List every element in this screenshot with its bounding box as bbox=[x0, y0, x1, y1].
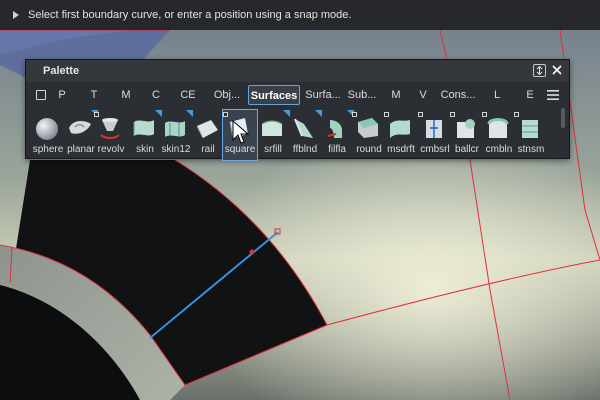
ballcr-icon bbox=[457, 119, 475, 138]
tab-v[interactable]: V bbox=[415, 85, 431, 105]
sphere-icon bbox=[36, 118, 58, 140]
palette-titlebar[interactable]: Palette bbox=[26, 60, 569, 82]
tab-construction[interactable]: Cons... bbox=[440, 85, 476, 105]
srfill-icon bbox=[261, 120, 283, 136]
mouse-cursor-icon bbox=[232, 120, 250, 144]
tool-stnsm[interactable]: stnsm bbox=[514, 110, 548, 160]
pin-icon[interactable] bbox=[533, 64, 546, 77]
planar-icon bbox=[69, 120, 91, 134]
stnsm-icon bbox=[522, 120, 538, 138]
tab-m[interactable]: M bbox=[118, 85, 134, 105]
round-icon bbox=[358, 118, 378, 138]
close-icon[interactable] bbox=[549, 62, 565, 78]
ffblnd-icon bbox=[294, 118, 313, 138]
tab-c[interactable]: C bbox=[148, 85, 164, 105]
palette-scrollbar[interactable] bbox=[561, 108, 565, 128]
tab-l[interactable]: L bbox=[489, 85, 505, 105]
msdrft-icon bbox=[390, 120, 410, 138]
palette-title: Palette bbox=[43, 65, 80, 77]
revolve-icon bbox=[100, 118, 120, 139]
tab-objects[interactable]: Obj... bbox=[212, 85, 242, 105]
tab-surfaces[interactable]: Surfaces bbox=[248, 85, 300, 105]
prompt-arrow-icon bbox=[13, 11, 19, 19]
tab-ce[interactable]: CE bbox=[177, 85, 199, 105]
tab-subdiv[interactable]: Sub... bbox=[347, 85, 377, 105]
tool-label: stnsm bbox=[517, 144, 545, 155]
skin12-icon bbox=[165, 121, 185, 137]
tab-p[interactable]: P bbox=[54, 85, 70, 105]
filfla-icon bbox=[327, 120, 342, 138]
prompt-text: Select first boundary curve, or enter a … bbox=[28, 9, 352, 21]
palette-window: Palette P T M C CE Obj... Surfaces Surfa… bbox=[25, 59, 570, 161]
tabs-checkbox[interactable] bbox=[36, 90, 46, 100]
tab-t[interactable]: T bbox=[86, 85, 102, 105]
tab-e[interactable]: E bbox=[522, 85, 538, 105]
cmbln-icon bbox=[487, 118, 509, 138]
prompt-line: Select first boundary curve, or enter a … bbox=[0, 0, 600, 30]
palette-tabs: P T M C CE Obj... Surfaces Surfa... Sub.… bbox=[26, 85, 569, 107]
rail-icon bbox=[196, 120, 218, 139]
hamburger-menu-icon[interactable] bbox=[547, 88, 559, 102]
tab-surface-edit[interactable]: Surfa... bbox=[304, 85, 342, 105]
tab-m2[interactable]: M bbox=[388, 85, 404, 105]
skin-icon bbox=[133, 120, 154, 136]
cmbsrl-icon bbox=[426, 120, 442, 138]
